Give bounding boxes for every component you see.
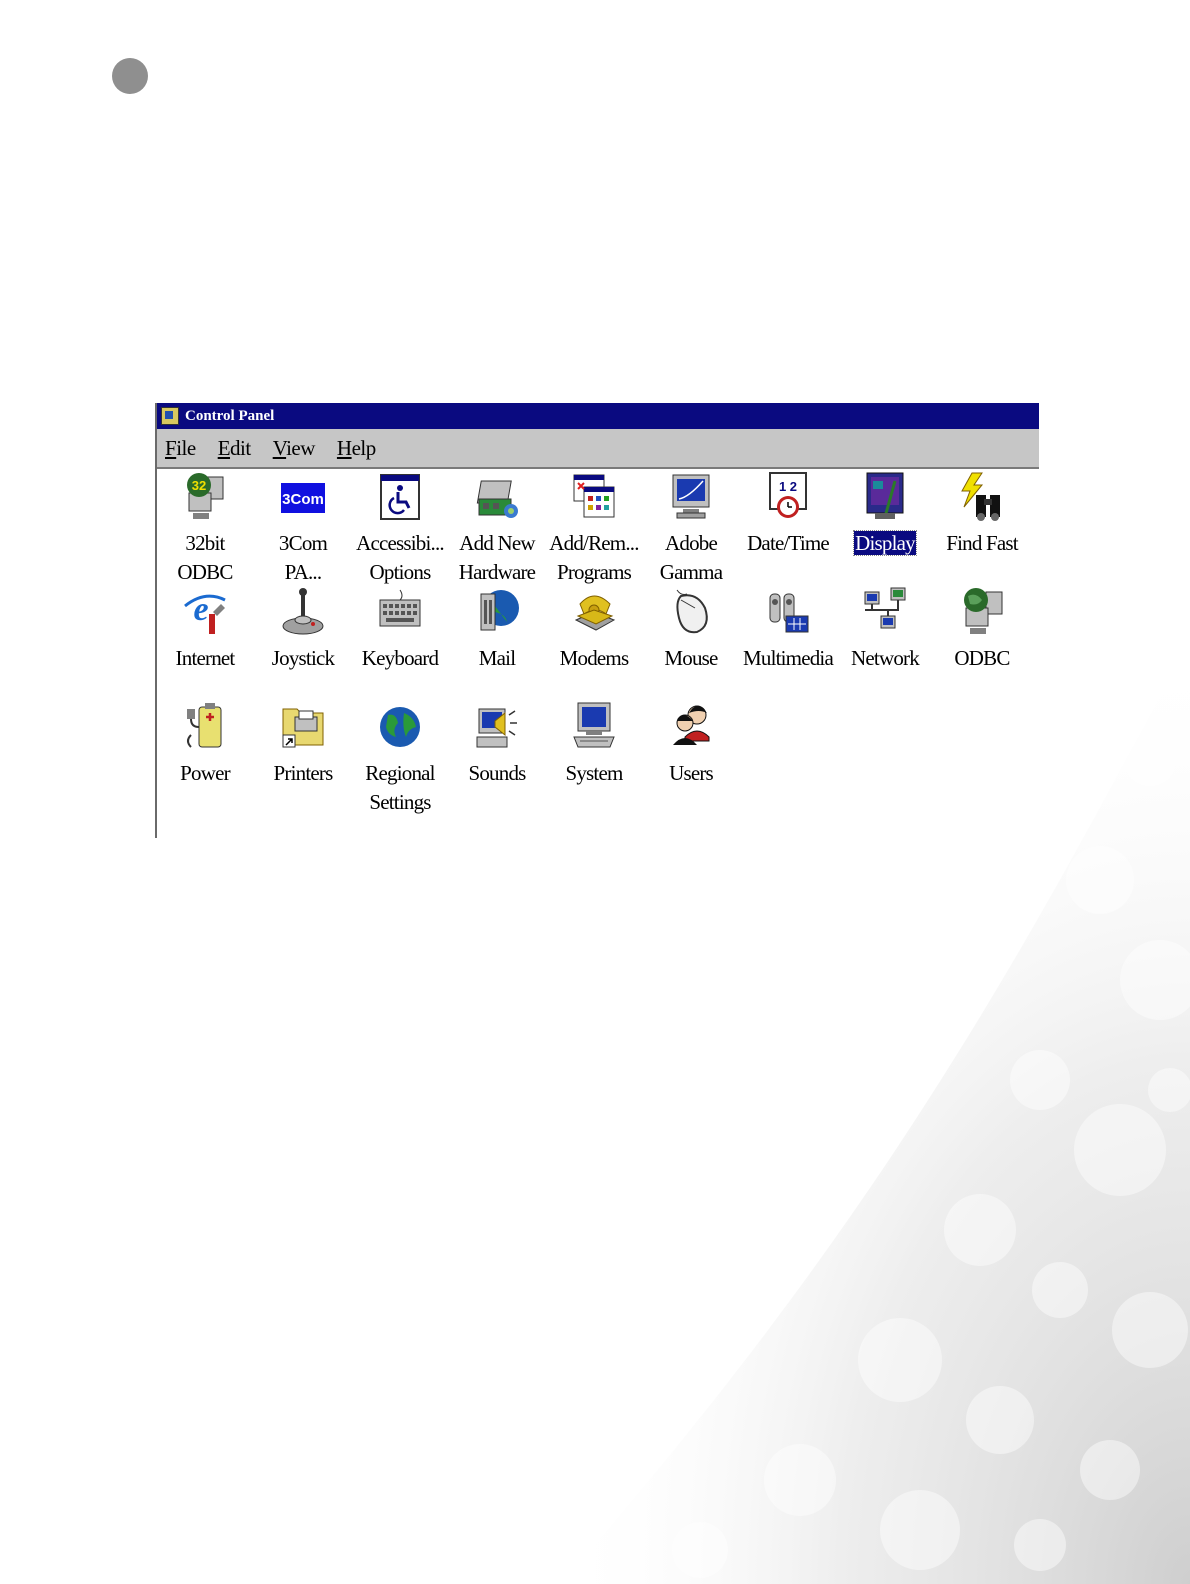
power-icon <box>187 703 222 748</box>
mail-icon <box>480 590 519 631</box>
window-title: Control Panel <box>185 407 275 424</box>
3com-icon: 3Com <box>281 483 325 513</box>
adobe-gamma-icon <box>672 474 710 519</box>
menu-view[interactable]: View <box>273 436 316 461</box>
icon-label: Adobe Gamma <box>659 531 723 584</box>
svg-text:1 2: 1 2 <box>779 479 797 494</box>
icon-label: Sounds <box>468 761 526 785</box>
icon-label: Network <box>851 646 920 670</box>
add-remove-programs-icon <box>573 474 615 518</box>
item-32bit-odbc[interactable]: 32 32bit ODBC <box>156 471 254 587</box>
item-sounds[interactable]: Sounds <box>448 701 546 788</box>
icon-label: Regional Settings <box>365 761 435 814</box>
printers-icon <box>282 708 324 748</box>
icon-label: Display <box>853 530 917 556</box>
menu-bar: File Edit View Help <box>157 429 1039 469</box>
network-icon <box>864 587 906 629</box>
menu-help[interactable]: Help <box>337 436 376 461</box>
svg-text:32: 32 <box>192 478 206 493</box>
odbc-32bit-icon: 32 <box>187 473 224 519</box>
item-adobe-gamma[interactable]: Adobe Gamma <box>642 471 740 587</box>
item-printers[interactable]: Printers <box>254 701 352 788</box>
icon-label: Modems <box>559 646 629 670</box>
item-internet[interactable]: e Internet <box>156 586 254 673</box>
item-date-time[interactable]: 1 2 Date/Time <box>739 471 837 558</box>
item-accessibility-options[interactable]: Accessibi... Options <box>351 471 449 587</box>
item-mail[interactable]: Mail <box>448 586 546 673</box>
icon-label: Date/Time <box>747 531 830 555</box>
internet-icon: e <box>184 591 226 634</box>
control-panel-icon <box>161 407 179 425</box>
icon-label: 32bit ODBC <box>177 531 233 584</box>
icon-label: Accessibi... Options <box>356 531 445 584</box>
icon-label: ODBC <box>954 646 1010 670</box>
modems-icon <box>574 595 616 631</box>
icon-label: Find Fast <box>946 531 1018 555</box>
icon-label: Joystick <box>271 646 335 670</box>
regional-settings-icon <box>380 707 420 747</box>
item-multimedia[interactable]: Multimedia <box>739 586 837 673</box>
item-network[interactable]: Network <box>836 586 934 673</box>
item-regional-settings[interactable]: Regional Settings <box>351 701 449 817</box>
date-time-icon: 1 2 <box>769 472 807 518</box>
icon-label: System <box>565 761 623 785</box>
mouse-icon <box>676 589 708 634</box>
item-add-new-hardware[interactable]: Add New Hardware <box>448 471 546 587</box>
icon-label: Multimedia <box>743 646 834 670</box>
sounds-icon <box>476 708 517 748</box>
system-icon <box>573 702 615 748</box>
menu-edit[interactable]: Edit <box>218 436 251 461</box>
joystick-icon <box>282 588 324 635</box>
item-users[interactable]: Users <box>642 701 740 788</box>
icon-label: Power <box>180 761 230 785</box>
item-add-remove-programs[interactable]: Add/Rem... Programs <box>545 471 643 587</box>
icon-label: Add New Hardware <box>458 531 536 584</box>
svg-text:3Com: 3Com <box>282 491 324 508</box>
icon-label: Mouse <box>664 646 718 670</box>
title-bar[interactable]: Control Panel <box>157 403 1039 429</box>
item-power[interactable]: Power <box>156 701 254 788</box>
icon-label: Printers <box>273 761 334 785</box>
keyboard-icon <box>379 589 421 627</box>
accessibility-icon <box>380 474 420 520</box>
menu-file[interactable]: File <box>165 436 196 461</box>
icon-grid: 32 32bit ODBC 3Com 3Com PA... Accessibi...… <box>157 469 1039 838</box>
item-mouse[interactable]: Mouse <box>642 586 740 673</box>
icon-label: Keyboard <box>361 646 439 670</box>
icon-label: Mail <box>478 646 516 670</box>
page-bullet <box>112 58 148 94</box>
item-modems[interactable]: Modems <box>545 586 643 673</box>
item-find-fast[interactable]: Find Fast <box>933 471 1031 558</box>
display-icon <box>866 472 904 519</box>
item-odbc[interactable]: ODBC <box>933 586 1031 673</box>
multimedia-icon <box>769 593 809 633</box>
odbc-icon <box>964 588 1003 634</box>
control-panel-window: Control Panel File Edit View Help 32 32b… <box>155 403 1039 838</box>
icon-label: 3Com PA... <box>278 531 328 584</box>
item-system[interactable]: System <box>545 701 643 788</box>
add-hardware-icon <box>476 480 518 518</box>
icon-label: Add/Rem... Programs <box>549 531 639 584</box>
item-joystick[interactable]: Joystick <box>254 586 352 673</box>
find-fast-icon <box>961 472 1000 521</box>
item-display[interactable]: Display <box>836 471 934 558</box>
item-keyboard[interactable]: Keyboard <box>351 586 449 673</box>
icon-label: Users <box>669 761 714 785</box>
item-3com-pa[interactable]: 3Com 3Com PA... <box>254 471 352 587</box>
users-icon <box>673 705 710 745</box>
icon-label: Internet <box>175 646 236 670</box>
